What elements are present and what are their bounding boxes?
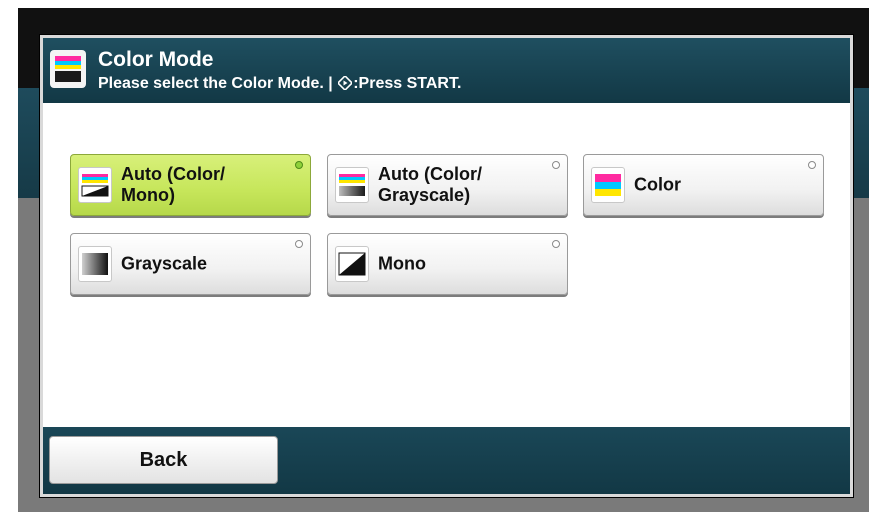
color-mode-icon bbox=[50, 50, 86, 88]
instruction-text: Please select the Color Mode. | bbox=[98, 75, 338, 92]
start-icon bbox=[338, 76, 353, 90]
option-label: Grayscale bbox=[121, 253, 208, 274]
auto-color-grayscale-icon bbox=[335, 167, 369, 203]
option-grayscale[interactable]: Grayscale bbox=[70, 233, 311, 295]
radio-indicator-icon bbox=[552, 240, 560, 248]
option-label: Auto (Color/ Mono) bbox=[121, 164, 225, 206]
option-label: Mono bbox=[378, 253, 426, 274]
device-screen: Color Mode Please select the Color Mode.… bbox=[18, 8, 869, 512]
bottom-bar: Back bbox=[43, 427, 850, 494]
option-mono[interactable]: Mono bbox=[327, 233, 568, 295]
radio-indicator-icon bbox=[808, 161, 816, 169]
auto-color-mono-icon bbox=[78, 167, 112, 203]
option-auto-color-mono[interactable]: Auto (Color/ Mono) bbox=[70, 154, 311, 216]
color-mode-dialog: Color Mode Please select the Color Mode.… bbox=[40, 35, 853, 497]
option-label: Auto (Color/ Grayscale) bbox=[378, 164, 482, 206]
option-label-text: Auto (Color/ Grayscale) bbox=[378, 164, 482, 205]
title-bar: Color Mode Please select the Color Mode.… bbox=[43, 38, 850, 103]
page-instruction: Please select the Color Mode. | :Press S… bbox=[98, 74, 461, 94]
back-button[interactable]: Back bbox=[49, 436, 278, 484]
radio-indicator-icon bbox=[295, 240, 303, 248]
page-title: Color Mode bbox=[98, 48, 214, 71]
options-panel: Auto (Color/ Mono) Auto (Color/ Grayscal… bbox=[43, 103, 850, 427]
option-label-text: Auto (Color/ Mono) bbox=[121, 164, 225, 205]
color-icon bbox=[591, 167, 625, 203]
option-color[interactable]: Color bbox=[583, 154, 824, 216]
instruction-start-text: :Press START. bbox=[353, 75, 462, 92]
option-label: Color bbox=[634, 174, 681, 195]
option-auto-color-grayscale[interactable]: Auto (Color/ Grayscale) bbox=[327, 154, 568, 216]
selected-indicator-icon bbox=[295, 161, 303, 169]
radio-indicator-icon bbox=[552, 161, 560, 169]
mono-icon bbox=[335, 246, 369, 282]
grayscale-icon bbox=[78, 246, 112, 282]
